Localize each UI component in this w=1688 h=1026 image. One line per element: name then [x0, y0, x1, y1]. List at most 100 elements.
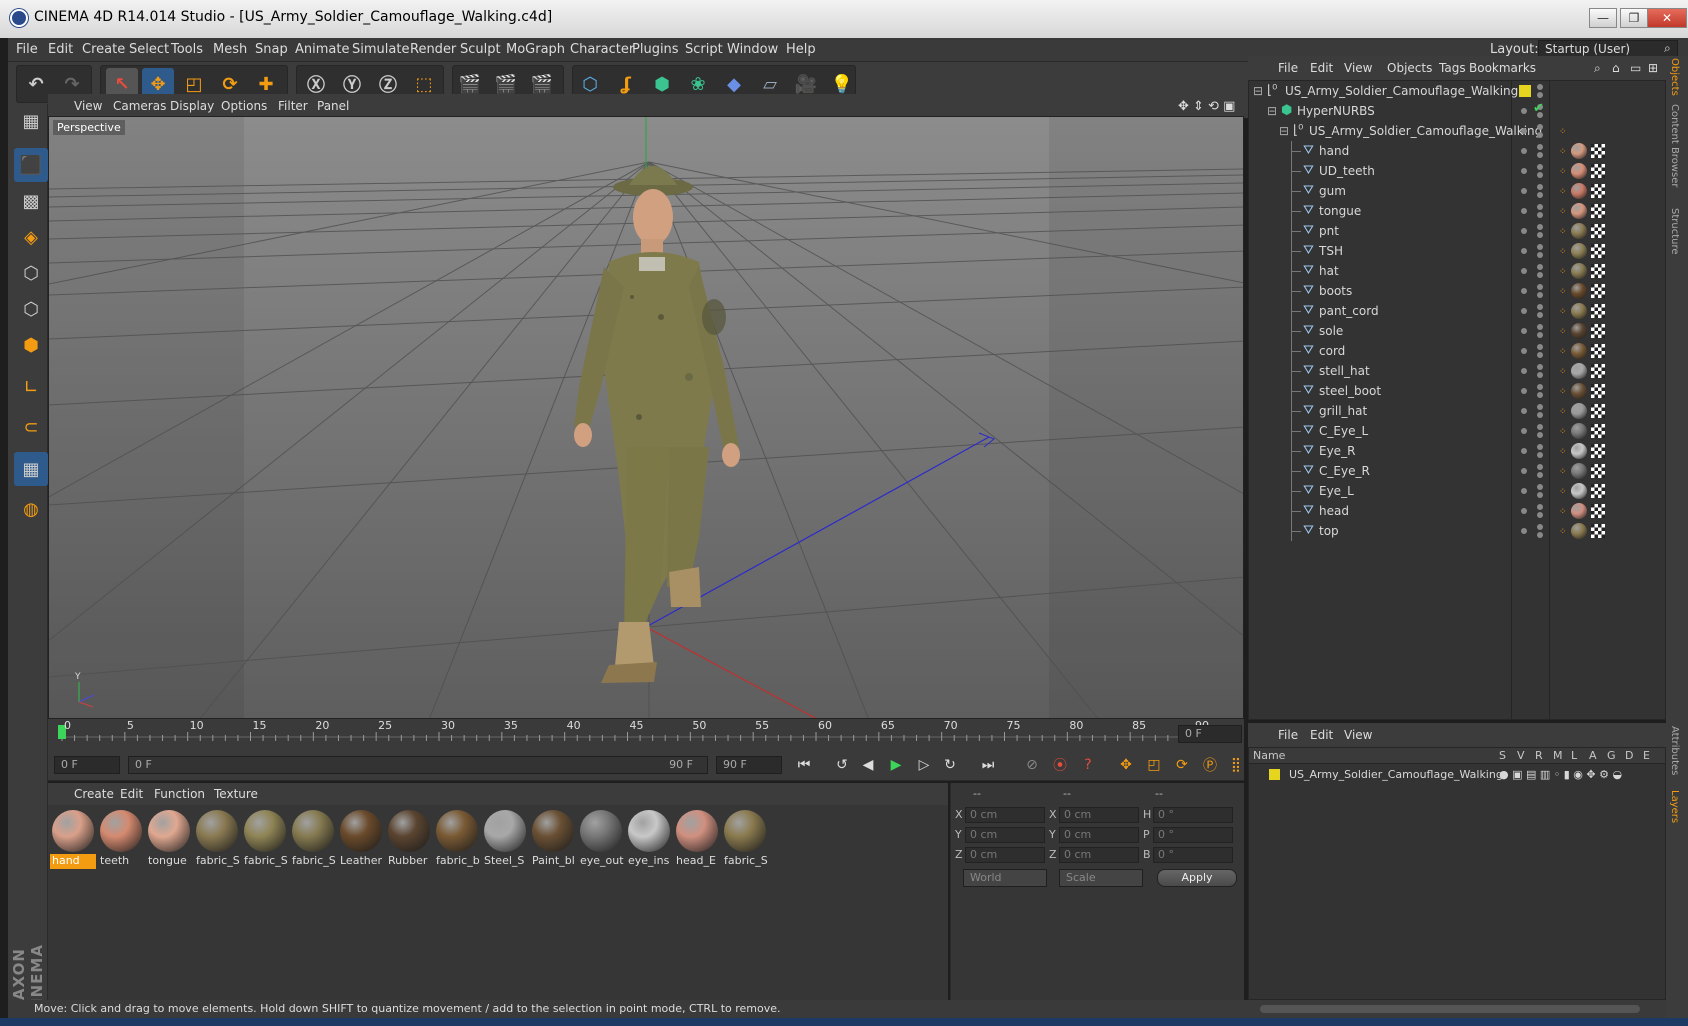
- visibility-dot[interactable]: [1521, 328, 1527, 334]
- object-row[interactable]: ⛛ stell_hat ⁘: [1249, 361, 1665, 381]
- object-row[interactable]: ⛛ cord ⁘: [1249, 341, 1665, 361]
- object-row[interactable]: ⛛ hand ⁘: [1249, 141, 1665, 161]
- uvw-tag-icon[interactable]: [1591, 284, 1605, 298]
- visibility-render-dot[interactable]: [1537, 212, 1543, 218]
- points-mode-icon[interactable]: ⬡: [14, 256, 48, 290]
- end-frame-field[interactable]: 90 F: [716, 756, 782, 774]
- material-tag-icon[interactable]: [1571, 223, 1587, 239]
- obj-toggle-icon[interactable]: ▭: [1630, 61, 1641, 75]
- uvw-tag-icon[interactable]: [1591, 464, 1605, 478]
- object-row[interactable]: ⛛ sole ⁘: [1249, 321, 1665, 341]
- menu-render[interactable]: Render: [410, 42, 456, 57]
- texture-mode-icon[interactable]: ▩: [14, 184, 48, 218]
- mat-menu-create[interactable]: Create: [74, 787, 114, 801]
- menu-select[interactable]: Select: [129, 42, 169, 57]
- frame-range-slider[interactable]: 0 F 90 F: [128, 756, 708, 774]
- visibility-render-dot[interactable]: [1537, 232, 1543, 238]
- visibility-editor-dot[interactable]: [1537, 504, 1543, 510]
- object-row[interactable]: ⛛ gum ⁘: [1249, 181, 1665, 201]
- goto-end-icon[interactable]: ⏭: [976, 754, 1000, 776]
- visibility-render-dot[interactable]: [1537, 432, 1543, 438]
- obj-menu-edit[interactable]: Edit: [1310, 61, 1333, 75]
- key-rotation-icon[interactable]: ⟳: [1170, 754, 1194, 776]
- menu-snap[interactable]: Snap: [255, 42, 288, 57]
- coord-value-field[interactable]: 0 °: [1153, 807, 1233, 823]
- menu-tools[interactable]: Tools: [171, 42, 203, 57]
- coord-value-field[interactable]: 0 cm: [965, 847, 1045, 863]
- uvw-tag-icon[interactable]: [1591, 484, 1605, 498]
- visibility-render-dot[interactable]: [1537, 472, 1543, 478]
- uvw-tag-icon[interactable]: [1591, 304, 1605, 318]
- visibility-dot[interactable]: [1521, 188, 1527, 194]
- phong-tag-icon[interactable]: ⁘: [1559, 307, 1567, 317]
- object-row[interactable]: ⛛ hat ⁘: [1249, 261, 1665, 281]
- visibility-render-dot[interactable]: [1537, 252, 1543, 258]
- phong-tag-icon[interactable]: ⁘: [1559, 387, 1567, 397]
- make-editable-icon[interactable]: ▦: [14, 104, 48, 138]
- uvw-tag-icon[interactable]: [1591, 404, 1605, 418]
- object-row[interactable]: ⛛ grill_hat ⁘: [1249, 401, 1665, 421]
- coord-system-dropdown[interactable]: World: [963, 869, 1047, 887]
- material-tag-icon[interactable]: [1571, 343, 1587, 359]
- uvw-tag-icon[interactable]: [1591, 424, 1605, 438]
- phong-tag-icon[interactable]: ⁘: [1559, 327, 1567, 337]
- tab-structure[interactable]: Structure: [1669, 208, 1680, 255]
- material-swatch[interactable]: teeth: [98, 808, 143, 870]
- obj-menu-bookmarks[interactable]: Bookmarks: [1469, 61, 1536, 75]
- menu-plugins[interactable]: Plugins: [632, 42, 679, 57]
- model-mode-icon[interactable]: ⬛: [14, 148, 48, 182]
- obj-menu-file[interactable]: File: [1278, 61, 1298, 75]
- autokey-icon[interactable]: ⦿: [1048, 754, 1072, 776]
- visibility-dot[interactable]: [1521, 448, 1527, 454]
- visibility-render-dot[interactable]: [1537, 192, 1543, 198]
- material-swatch[interactable]: head_E: [674, 808, 719, 870]
- search-icon[interactable]: ⌕: [1664, 41, 1671, 56]
- mat-menu-function[interactable]: Function: [154, 787, 205, 801]
- coord-value-field[interactable]: 0 cm: [965, 807, 1045, 823]
- uvw-tag-icon[interactable]: [1591, 264, 1605, 278]
- material-tag-icon[interactable]: [1571, 283, 1587, 299]
- record-keys-icon[interactable]: ⊘: [1020, 754, 1044, 776]
- mat-menu-edit[interactable]: Edit: [120, 787, 143, 801]
- restore-button[interactable]: ❐: [1620, 8, 1648, 28]
- vp-menu-filter[interactable]: Filter: [278, 99, 308, 113]
- material-swatch[interactable]: hand: [50, 808, 96, 870]
- object-row[interactable]: ⛛ pant_cord ⁘: [1249, 301, 1665, 321]
- menu-window[interactable]: Window: [727, 42, 778, 57]
- material-tag-icon[interactable]: [1571, 303, 1587, 319]
- visibility-editor-dot[interactable]: [1537, 124, 1543, 130]
- uvw-tag-icon[interactable]: [1591, 324, 1605, 338]
- object-row[interactable]: ⛛ UD_teeth ⁘: [1249, 161, 1665, 181]
- object-row[interactable]: ⛛ top ⁘: [1249, 521, 1665, 541]
- menu-create[interactable]: Create: [82, 42, 125, 57]
- phong-tag-icon[interactable]: ⁘: [1559, 487, 1567, 497]
- visibility-editor-dot[interactable]: [1537, 384, 1543, 390]
- visibility-render-dot[interactable]: [1537, 392, 1543, 398]
- menu-character[interactable]: Character: [570, 42, 634, 57]
- play-icon[interactable]: ▶: [884, 754, 908, 776]
- visibility-editor-dot[interactable]: [1537, 424, 1543, 430]
- workplane-mode-icon[interactable]: ◈: [14, 220, 48, 254]
- coord-value-field[interactable]: 0 cm: [1059, 827, 1139, 843]
- phong-tag-icon[interactable]: ⁘: [1559, 447, 1567, 457]
- visibility-dot[interactable]: [1521, 428, 1527, 434]
- uvw-tag-icon[interactable]: [1591, 384, 1605, 398]
- visibility-editor-dot[interactable]: [1537, 344, 1543, 350]
- object-row[interactable]: ⛛ head ⁘: [1249, 501, 1665, 521]
- menu-help[interactable]: Help: [786, 42, 816, 57]
- visibility-dot[interactable]: [1521, 468, 1527, 474]
- layer-menu-edit[interactable]: Edit: [1310, 728, 1333, 742]
- tree-collapse-icon[interactable]: ⊟: [1267, 104, 1277, 118]
- vp-menu-panel[interactable]: Panel: [317, 99, 349, 113]
- material-swatch[interactable]: Leather: [338, 808, 383, 870]
- visibility-render-dot[interactable]: [1537, 312, 1543, 318]
- phong-tag-icon[interactable]: ⁘: [1559, 287, 1567, 297]
- visibility-dot[interactable]: [1521, 128, 1527, 134]
- visibility-editor-dot[interactable]: [1537, 264, 1543, 270]
- layer-flag-icons[interactable]: ● ▣ ▤ ▥ ◦ ▮ ◉ ✥ ⚙ ◒: [1499, 768, 1622, 781]
- layer-menu-view[interactable]: View: [1344, 728, 1372, 742]
- visibility-editor-dot[interactable]: [1537, 444, 1543, 450]
- material-swatch[interactable]: fabric_S: [290, 808, 336, 870]
- object-row[interactable]: ⛛ Eye_R ⁘: [1249, 441, 1665, 461]
- menu-simulate[interactable]: Simulate: [352, 42, 409, 57]
